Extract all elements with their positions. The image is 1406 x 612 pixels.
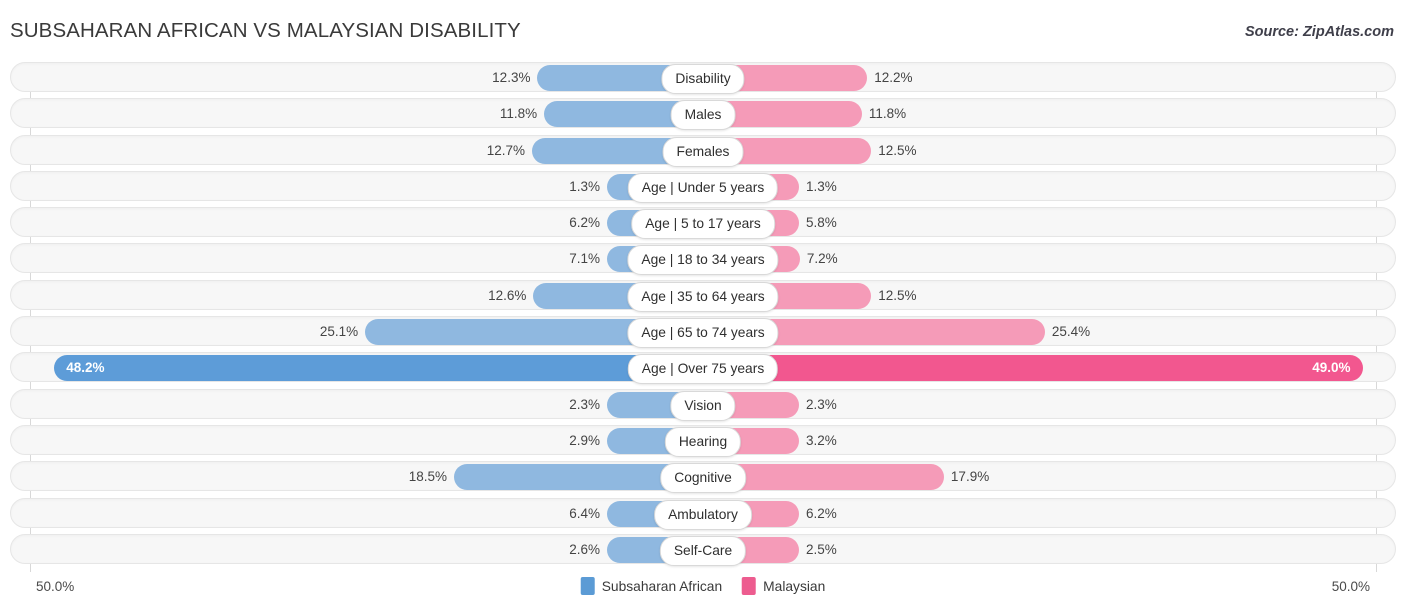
- source-attribution: Source: ZipAtlas.com: [1245, 24, 1394, 40]
- value-label-left: 12.3%: [492, 65, 530, 91]
- table-row[interactable]: 2.6% 2.5% Self-Care: [10, 534, 1396, 564]
- table-row[interactable]: 11.8% 11.8% Males: [10, 98, 1396, 128]
- category-label[interactable]: Cognitive: [660, 463, 746, 493]
- bar-subsaharan-african[interactable]: 48.2%: [54, 355, 703, 381]
- table-row[interactable]: 1.3% 1.3% Age | Under 5 years: [10, 171, 1396, 201]
- value-label-right: 5.8%: [806, 210, 837, 236]
- category-label[interactable]: Disability: [661, 64, 744, 94]
- category-label[interactable]: Age | 35 to 64 years: [627, 282, 778, 312]
- table-row[interactable]: 18.5% 17.9% Cognitive: [10, 461, 1396, 491]
- value-label-left: 2.6%: [569, 537, 600, 563]
- chart-plot-area: 12.3% 12.2% Disability 11.8% 11.8% Males 12.7%…: [10, 62, 1396, 572]
- value-label-left: 25.1%: [320, 319, 358, 345]
- value-label-left: 18.5%: [409, 464, 447, 490]
- value-label-right: 25.4%: [1052, 319, 1090, 345]
- legend-item[interactable]: Subsaharan African: [581, 577, 722, 595]
- value-label-right: 11.8%: [869, 101, 906, 127]
- value-label-right: 1.3%: [806, 174, 837, 200]
- bar-rows-container: 12.3% 12.2% Disability 11.8% 11.8% Males 12.7%…: [10, 62, 1396, 572]
- axis-tick-right: 50.0%: [1332, 579, 1370, 594]
- value-label-left: 1.3%: [569, 174, 600, 200]
- chart-legend: Subsaharan African Malaysian: [581, 577, 826, 595]
- legend-swatch-icon: [581, 577, 595, 595]
- table-row[interactable]: 12.7% 12.5% Females: [10, 135, 1396, 165]
- table-row[interactable]: 6.2% 5.8% Age | 5 to 17 years: [10, 207, 1396, 237]
- value-label-right: 49.0%: [1312, 355, 1350, 381]
- category-label[interactable]: Age | 5 to 17 years: [631, 209, 775, 239]
- category-label[interactable]: Hearing: [665, 427, 741, 457]
- category-label[interactable]: Age | 18 to 34 years: [627, 245, 778, 275]
- value-label-left: 2.3%: [569, 392, 600, 418]
- value-label-right: 2.3%: [806, 392, 837, 418]
- table-row[interactable]: 2.3% 2.3% Vision: [10, 389, 1396, 419]
- category-label[interactable]: Self-Care: [660, 536, 746, 566]
- legend-label: Malaysian: [763, 579, 825, 594]
- category-label[interactable]: Age | 65 to 74 years: [627, 318, 778, 348]
- table-row[interactable]: 2.9% 3.2% Hearing: [10, 425, 1396, 455]
- table-row[interactable]: 25.1% 25.4% Age | 65 to 74 years: [10, 316, 1396, 346]
- category-label[interactable]: Age | Under 5 years: [628, 173, 778, 203]
- bar-malaysian[interactable]: 49.0%: [703, 355, 1363, 381]
- value-label-right: 2.5%: [806, 537, 837, 563]
- value-label-left: 11.8%: [500, 101, 537, 127]
- table-row[interactable]: 12.6% 12.5% Age | 35 to 64 years: [10, 280, 1396, 310]
- value-label-left: 7.1%: [569, 246, 600, 272]
- value-label-left: 48.2%: [66, 355, 104, 381]
- category-label[interactable]: Females: [663, 137, 744, 167]
- value-label-left: 6.2%: [569, 210, 600, 236]
- bar-right-wrap: 49.0%: [703, 355, 1363, 381]
- legend-label: Subsaharan African: [602, 579, 722, 594]
- value-label-left: 6.4%: [569, 501, 600, 527]
- table-row[interactable]: 12.3% 12.2% Disability: [10, 62, 1396, 92]
- value-label-left: 12.7%: [487, 138, 525, 164]
- table-row[interactable]: 7.1% 7.2% Age | 18 to 34 years: [10, 243, 1396, 273]
- value-label-right: 12.5%: [878, 283, 916, 309]
- value-label-right: 7.2%: [807, 246, 838, 272]
- value-label-right: 3.2%: [806, 428, 837, 454]
- category-label[interactable]: Age | Over 75 years: [628, 354, 778, 384]
- bar-left-wrap: 48.2%: [54, 355, 703, 381]
- value-label-right: 6.2%: [806, 501, 837, 527]
- value-label-left: 12.6%: [488, 283, 526, 309]
- value-label-right: 12.2%: [874, 65, 912, 91]
- table-row[interactable]: 48.2% 49.0% Age | Over 75 years: [10, 352, 1396, 382]
- table-row[interactable]: 6.4% 6.2% Ambulatory: [10, 498, 1396, 528]
- axis-tick-left: 50.0%: [36, 579, 74, 594]
- category-label[interactable]: Ambulatory: [654, 500, 752, 530]
- category-label[interactable]: Vision: [670, 391, 735, 421]
- category-label[interactable]: Males: [671, 100, 736, 130]
- value-label-right: 17.9%: [951, 464, 989, 490]
- chart-header: SUBSAHARAN AFRICAN VS MALAYSIAN DISABILI…: [0, 0, 1406, 58]
- legend-swatch-icon: [742, 577, 756, 595]
- value-label-right: 12.5%: [878, 138, 916, 164]
- value-label-left: 2.9%: [569, 428, 600, 454]
- page-title: SUBSAHARAN AFRICAN VS MALAYSIAN DISABILI…: [10, 19, 521, 43]
- legend-item[interactable]: Malaysian: [742, 577, 825, 595]
- chart-footer: 50.0% 50.0% Subsaharan African Malaysian: [10, 576, 1396, 602]
